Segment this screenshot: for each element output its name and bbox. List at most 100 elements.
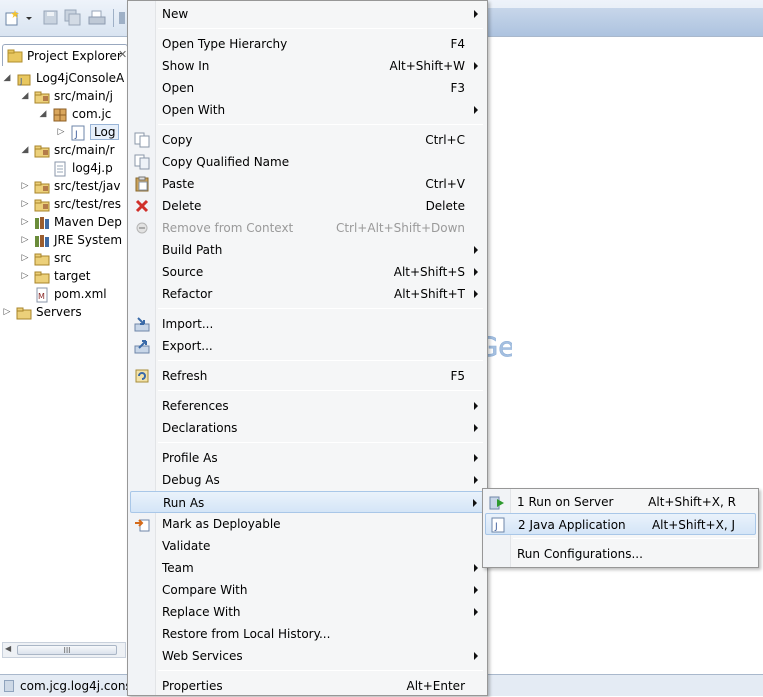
collapse-icon[interactable]: ◢ xyxy=(2,73,12,83)
submenu-arrow-icon xyxy=(474,476,478,484)
project-explorer-icon xyxy=(7,49,23,66)
tree-item[interactable]: ▷ Servers xyxy=(0,304,127,322)
tree-item-label: Log xyxy=(90,124,120,140)
menu-item-1-run-on-server[interactable]: 1 Run on Server Alt+Shift+X, R xyxy=(485,491,756,513)
menu-item-label: Team xyxy=(162,561,194,575)
tree-item[interactable]: ▷ JRE System xyxy=(0,232,127,250)
expand-icon[interactable]: ▷ xyxy=(20,217,30,227)
menu-item-label: References xyxy=(162,399,229,413)
print-button[interactable] xyxy=(88,9,106,27)
menu-item-build-path[interactable]: Build Path xyxy=(130,239,485,261)
menu-item-shortcut: Ctrl+Alt+Shift+Down xyxy=(335,221,465,235)
menu-item-team[interactable]: Team xyxy=(130,557,485,579)
menu-item-run-configurations[interactable]: Run Configurations... xyxy=(485,543,756,565)
collapse-icon[interactable]: ◢ xyxy=(20,145,30,155)
menu-item-copy[interactable]: Copy Ctrl+C xyxy=(130,129,485,151)
expand-icon[interactable]: ▷ xyxy=(20,253,30,263)
tree-item-label: src/test/res xyxy=(54,197,121,211)
scroll-left-icon[interactable]: ◀ xyxy=(5,644,11,653)
tree-item[interactable]: ▷ target xyxy=(0,268,127,286)
menu-item-open[interactable]: Open F3 xyxy=(130,77,485,99)
tree-item[interactable]: ◢ J Log4jConsoleA xyxy=(0,70,127,88)
tree-item[interactable]: Mpom.xml xyxy=(0,286,127,304)
tree-item[interactable]: ▷ J Log xyxy=(0,124,127,142)
menu-item-compare-with[interactable]: Compare With xyxy=(130,579,485,601)
expand-icon[interactable]: ▷ xyxy=(56,127,66,137)
menu-item-shortcut: F5 xyxy=(450,369,465,383)
menu-item-shortcut: Alt+Enter xyxy=(406,679,465,693)
expand-icon[interactable]: ▷ xyxy=(20,271,30,281)
svg-text:M: M xyxy=(38,292,45,301)
expand-icon[interactable]: ▷ xyxy=(20,235,30,245)
menu-item-mark-as-deployable[interactable]: Mark as Deployable xyxy=(130,513,485,535)
menu-item-refactor[interactable]: Refactor Alt+Shift+T xyxy=(130,283,485,305)
menu-item-show-in[interactable]: Show In Alt+Shift+W xyxy=(130,55,485,77)
maven-pom-icon: M xyxy=(34,287,50,303)
menu-item-label: New xyxy=(162,7,189,21)
menu-item-open-with[interactable]: Open With xyxy=(130,99,485,121)
menu-item-label: Run Configurations... xyxy=(517,547,643,561)
menu-item-replace-with[interactable]: Replace With xyxy=(130,601,485,623)
menu-item-2-java-application[interactable]: J 2 Java Application Alt+Shift+X, J xyxy=(485,513,756,535)
menu-item-delete[interactable]: Delete Delete xyxy=(130,195,485,217)
expand-icon[interactable]: ▷ xyxy=(20,199,30,209)
tree-item[interactable]: ◢ com.jc xyxy=(0,106,127,124)
menu-item-profile-as[interactable]: Profile As xyxy=(130,447,485,469)
menu-item-paste[interactable]: Paste Ctrl+V xyxy=(130,173,485,195)
menu-item-shortcut: Alt+Shift+S xyxy=(393,265,465,279)
menu-item-new[interactable]: New xyxy=(130,3,485,25)
save-button[interactable] xyxy=(42,9,60,27)
save-all-icon xyxy=(64,9,81,26)
menu-item-label: Replace With xyxy=(162,605,241,619)
menu-item-shortcut: Alt+Shift+X, J xyxy=(651,518,735,532)
save-all-button[interactable] xyxy=(64,9,82,27)
menu-item-open-type-hierarchy[interactable]: Open Type Hierarchy F4 xyxy=(130,33,485,55)
close-icon[interactable]: ✕ xyxy=(118,48,127,61)
expand-icon[interactable]: ▷ xyxy=(20,181,30,191)
menu-item-copy-qualified-name[interactable]: Copy Qualified Name xyxy=(130,151,485,173)
package-icon xyxy=(52,107,68,123)
collapse-icon[interactable]: ◢ xyxy=(38,109,48,119)
menu-item-web-services[interactable]: Web Services xyxy=(130,645,485,667)
menu-item-properties[interactable]: Properties Alt+Enter xyxy=(130,675,485,697)
menu-item-restore-from-local-history[interactable]: Restore from Local History... xyxy=(130,623,485,645)
expand-icon[interactable]: ▷ xyxy=(2,307,12,317)
menu-item-label: Debug As xyxy=(162,473,220,487)
tree-item-label: src/main/r xyxy=(54,143,115,157)
tree-item[interactable]: ◢ src/main/j xyxy=(0,88,127,106)
new-dropdown-button[interactable] xyxy=(24,9,34,27)
collapse-icon[interactable]: ◢ xyxy=(20,91,30,101)
tree-item[interactable]: ▷ src/test/res xyxy=(0,196,127,214)
menu-item-references[interactable]: References xyxy=(130,395,485,417)
menu-item-run-as[interactable]: Run As xyxy=(130,491,485,513)
editor-area-header xyxy=(487,8,763,36)
tree-item[interactable]: ▷ Maven Dep xyxy=(0,214,127,232)
properties-file-icon xyxy=(52,161,68,177)
submenu-arrow-icon xyxy=(474,586,478,594)
tree-item[interactable]: ▷ src/test/jav xyxy=(0,178,127,196)
menu-item-label: Copy Qualified Name xyxy=(162,155,290,169)
tree-item[interactable]: log4j.p xyxy=(0,160,127,178)
menu-item-validate[interactable]: Validate xyxy=(130,535,485,557)
menu-item-debug-as[interactable]: Debug As xyxy=(130,469,485,491)
menu-item-source[interactable]: Source Alt+Shift+S xyxy=(130,261,485,283)
new-wizard-button[interactable] xyxy=(4,9,22,27)
menu-item-refresh[interactable]: Refresh F5 xyxy=(130,365,485,387)
menu-item-declarations[interactable]: Declarations xyxy=(130,417,485,439)
scrollbar-thumb[interactable]: III xyxy=(17,645,117,655)
toolbar-overflow-button[interactable] xyxy=(118,9,126,27)
print-icon xyxy=(88,10,106,25)
menu-item-export[interactable]: Export... xyxy=(130,335,485,357)
menu-item-label: Show In xyxy=(162,59,210,73)
selection-icon xyxy=(4,680,14,692)
menu-item-shortcut: Delete xyxy=(425,199,465,213)
menu-item-import[interactable]: Import... xyxy=(130,313,485,335)
copy-icon xyxy=(134,132,150,148)
menu-item-label: 1 Run on Server xyxy=(517,495,614,509)
tree-item[interactable]: ◢ src/main/r xyxy=(0,142,127,160)
horizontal-scrollbar[interactable]: ◀ III xyxy=(2,642,126,658)
menu-item-label: Source xyxy=(162,265,204,279)
folder-icon xyxy=(34,269,50,285)
tree-item[interactable]: ▷ src xyxy=(0,250,127,268)
project-explorer-tab[interactable]: Project Explorer ✕ xyxy=(2,44,127,66)
